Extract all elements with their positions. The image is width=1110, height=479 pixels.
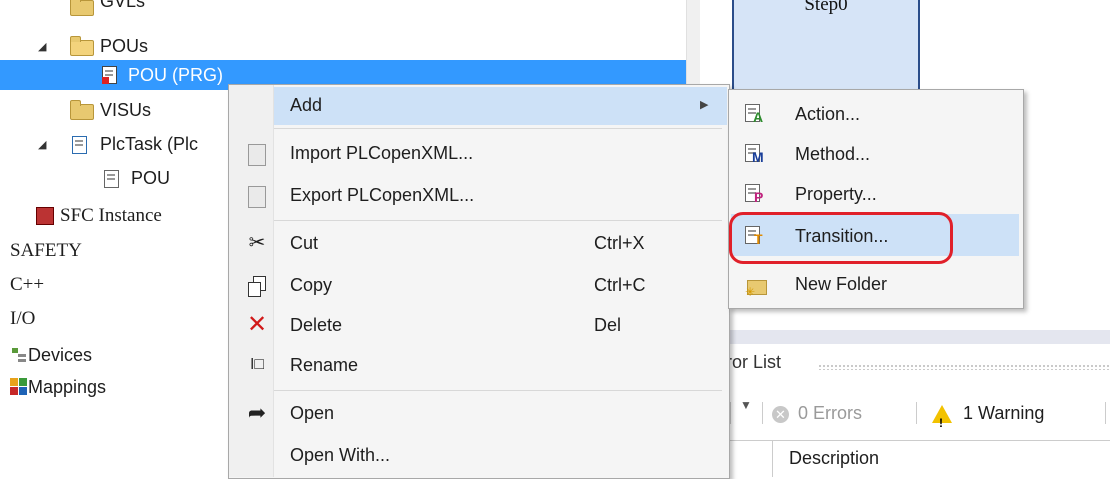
submenu-item-method[interactable]: M Method...: [729, 134, 1023, 174]
tree-item-label: PlcTask (Plc: [100, 134, 199, 154]
tree-item-label: SFC Instance: [60, 205, 162, 226]
warnings-count-label: 1 Warning: [963, 403, 1045, 423]
menu-item-shortcut: Del: [594, 315, 622, 335]
menu-item-label: Open: [290, 403, 335, 423]
tree-item-label: GVLs: [100, 0, 146, 11]
submenu-item-label: Property...: [795, 184, 877, 204]
toolbar-divider: [762, 402, 763, 424]
menu-item-label: Open With...: [290, 445, 391, 465]
sfc-step-label: Step0: [804, 0, 848, 15]
error-list-title: ror List: [726, 352, 782, 372]
export-icon: [248, 186, 266, 208]
tree-item-label: POUs: [100, 36, 149, 56]
tree-item-label: C++: [10, 274, 45, 295]
tree-item-label: POU: [131, 168, 171, 188]
expand-arrow-icon[interactable]: ◢: [38, 32, 46, 62]
submenu-item-label: Method...: [795, 144, 871, 164]
tree-item-gvls[interactable]: GVLs: [0, 0, 686, 16]
error-icon: ✕: [772, 405, 789, 423]
error-list-border: [700, 330, 1110, 344]
menu-item-import-plcopenxml[interactable]: Import PLCopenXML...: [228, 134, 728, 172]
folder-icon: [70, 100, 94, 120]
errors-count-label: 0 Errors: [798, 403, 863, 423]
warnings-filter-button[interactable]: ! 1 Warning: [932, 398, 1045, 430]
menu-item-add[interactable]: Add ▶: [228, 86, 728, 124]
menu-item-shortcut: Ctrl+C: [594, 275, 646, 295]
new-folder-icon: ✳: [745, 274, 767, 299]
toolbar-divider: [730, 402, 731, 424]
panel-drag-grip[interactable]: [818, 364, 1110, 370]
import-icon: [248, 144, 266, 166]
open-arrow-icon: ➦: [247, 400, 267, 425]
menu-item-label: Delete: [290, 315, 343, 335]
menu-separator: [274, 128, 722, 129]
tree-item-label: Mappings: [28, 377, 107, 397]
submenu-item-action[interactable]: A Action...: [729, 94, 1023, 134]
tree-item-label: SAFETY: [10, 240, 82, 261]
action-icon: A: [745, 104, 767, 124]
method-icon: M: [745, 144, 767, 164]
delete-icon: ✕: [246, 311, 268, 338]
warning-icon: !: [932, 405, 952, 430]
submenu-arrow-icon: ▶: [700, 99, 709, 111]
menu-item-cut[interactable]: ✂ Cut Ctrl+X: [228, 224, 728, 262]
menu-item-label: Rename: [290, 355, 359, 375]
tree-item-pous[interactable]: ◢ POUs: [0, 31, 686, 61]
submenu-item-new-folder[interactable]: ✳ New Folder: [729, 264, 1023, 304]
filter-dropdown-icon[interactable]: ▼: [740, 398, 752, 412]
copy-icon: [248, 276, 266, 297]
menu-item-open-with[interactable]: Open With...: [228, 436, 728, 474]
folder-icon: [70, 0, 94, 16]
toolbar-divider: [916, 402, 917, 424]
submenu-item-property[interactable]: P Property...: [729, 174, 1023, 214]
expand-arrow-icon[interactable]: ◢: [38, 130, 46, 160]
menu-item-copy[interactable]: Copy Ctrl+C: [228, 266, 728, 304]
open-folder-icon: [70, 36, 94, 56]
menu-item-label: Copy: [290, 275, 333, 295]
sfc-step[interactable]: Step0: [732, 0, 920, 98]
menu-item-label: Import PLCopenXML...: [290, 143, 474, 163]
description-column-header[interactable]: Description: [772, 440, 879, 477]
menu-item-delete[interactable]: ✕ Delete Del: [228, 306, 728, 344]
mappings-icon: [10, 378, 28, 396]
scissors-icon: ✂: [248, 232, 266, 254]
menu-item-label: Cut: [290, 233, 319, 253]
tree-item-label: POU (PRG): [128, 65, 224, 85]
program-icon: [102, 66, 117, 84]
errors-filter-button[interactable]: ✕ 0 Errors: [772, 398, 862, 428]
submenu-item-label: Action...: [795, 104, 861, 124]
toolbar-divider: [1105, 402, 1106, 424]
menu-item-shortcut: Ctrl+X: [594, 233, 645, 253]
sfc-instance-icon: [36, 207, 54, 225]
menu-item-export-plcopenxml[interactable]: Export PLCopenXML...: [228, 176, 728, 214]
menu-item-label: Add: [290, 95, 323, 115]
menu-separator: [274, 390, 722, 391]
menu-separator: [274, 220, 722, 221]
rename-icon: I□: [249, 356, 265, 373]
error-list-header-row: [700, 440, 1110, 478]
property-icon: P: [745, 184, 767, 204]
annotation-circle: [729, 212, 953, 264]
task-icon: [72, 136, 87, 154]
menu-item-rename[interactable]: I□ Rename: [228, 346, 728, 384]
devices-icon: [12, 348, 26, 362]
add-submenu: A Action... M Method... P Property... T …: [728, 89, 1024, 309]
program-call-icon: [104, 170, 119, 188]
submenu-item-label: New Folder: [795, 274, 888, 294]
error-list-toolbar: ▼ ✕ 0 Errors ! 1 Warning: [700, 394, 1110, 430]
menu-item-label: Export PLCopenXML...: [290, 185, 475, 205]
menu-item-open[interactable]: ➦ Open: [228, 394, 728, 432]
context-menu-items: Add ▶ Import PLCopenXML... Export PLCope…: [228, 84, 728, 477]
tree-item-label: Devices: [28, 345, 93, 365]
tree-item-label: I/O: [10, 308, 36, 329]
tree-item-label: VISUs: [100, 100, 152, 120]
